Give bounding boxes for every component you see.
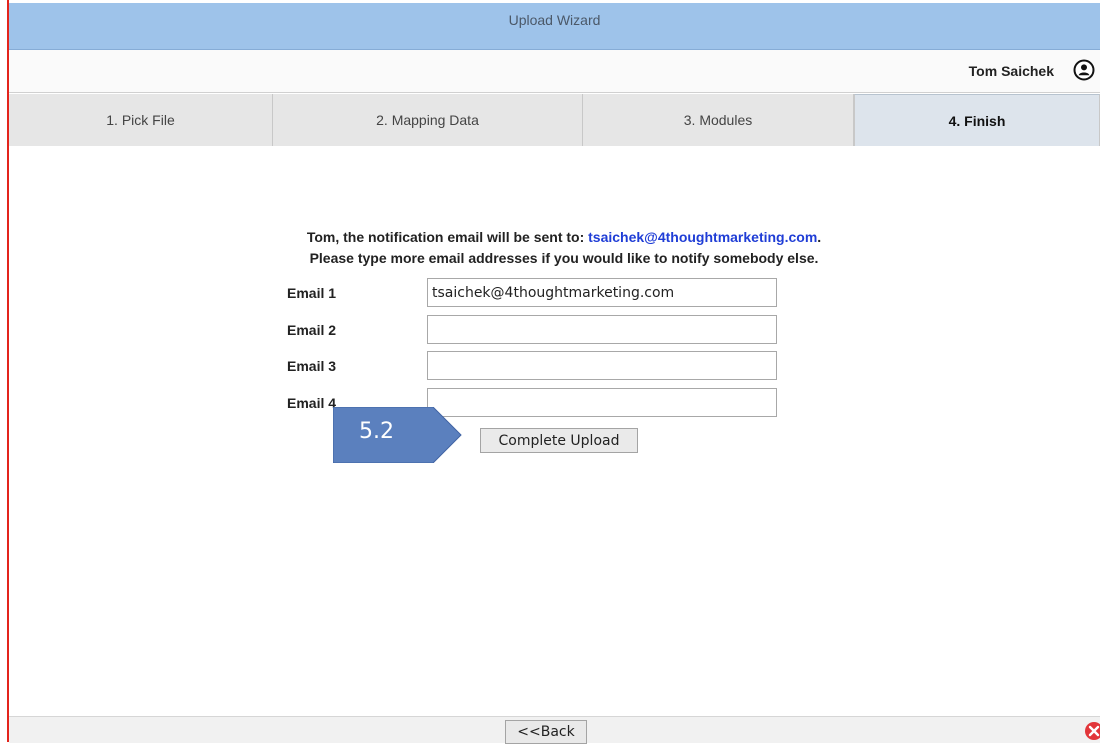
tab-modules[interactable]: 3. Modules: [583, 94, 854, 146]
email-4-label: Email 4: [287, 395, 337, 411]
email-3-field[interactable]: [427, 351, 777, 380]
complete-upload-button[interactable]: Complete Upload: [480, 428, 638, 453]
back-button[interactable]: <<Back: [505, 720, 587, 744]
email-2-label: Email 2: [287, 322, 337, 338]
close-icon[interactable]: [1084, 721, 1100, 741]
tab-finish[interactable]: 4. Finish: [854, 94, 1100, 146]
tab-pick-file[interactable]: 1. Pick File: [9, 94, 273, 146]
notification-email-link[interactable]: tsaichek@4thoughtmarketing.com: [588, 229, 817, 245]
email-2-field[interactable]: [427, 315, 777, 344]
notification-suffix: .: [817, 229, 822, 245]
user-bar: Tom Saichek: [9, 50, 1100, 93]
footer-bar: <<Back: [9, 716, 1100, 744]
callout-label: 5.2: [359, 419, 394, 444]
email-3-label: Email 3: [287, 358, 337, 374]
notification-message: Tom, the notification email will be sent…: [9, 229, 1100, 245]
email-1-field[interactable]: [427, 278, 777, 307]
tab-mapping-data[interactable]: 2. Mapping Data: [273, 94, 583, 146]
notification-instructions: Please type more email addresses if you …: [309, 250, 819, 266]
window-title: Upload Wizard: [508, 12, 601, 28]
finish-panel: Tom, the notification email will be sent…: [9, 146, 1100, 716]
step-callout: 5.2: [332, 406, 463, 464]
callout-arrow-shape: [332, 406, 462, 464]
user-name[interactable]: Tom Saichek: [969, 63, 1054, 79]
wizard-steps: 1. Pick File 2. Mapping Data 3. Modules …: [9, 94, 1100, 146]
title-bar: Upload Wizard: [9, 3, 1100, 50]
user-circle-icon[interactable]: [1073, 59, 1095, 81]
email-4-field[interactable]: [427, 388, 777, 417]
notification-prefix: Tom, the notification email will be sent…: [306, 229, 589, 245]
email-1-label: Email 1: [287, 285, 337, 301]
